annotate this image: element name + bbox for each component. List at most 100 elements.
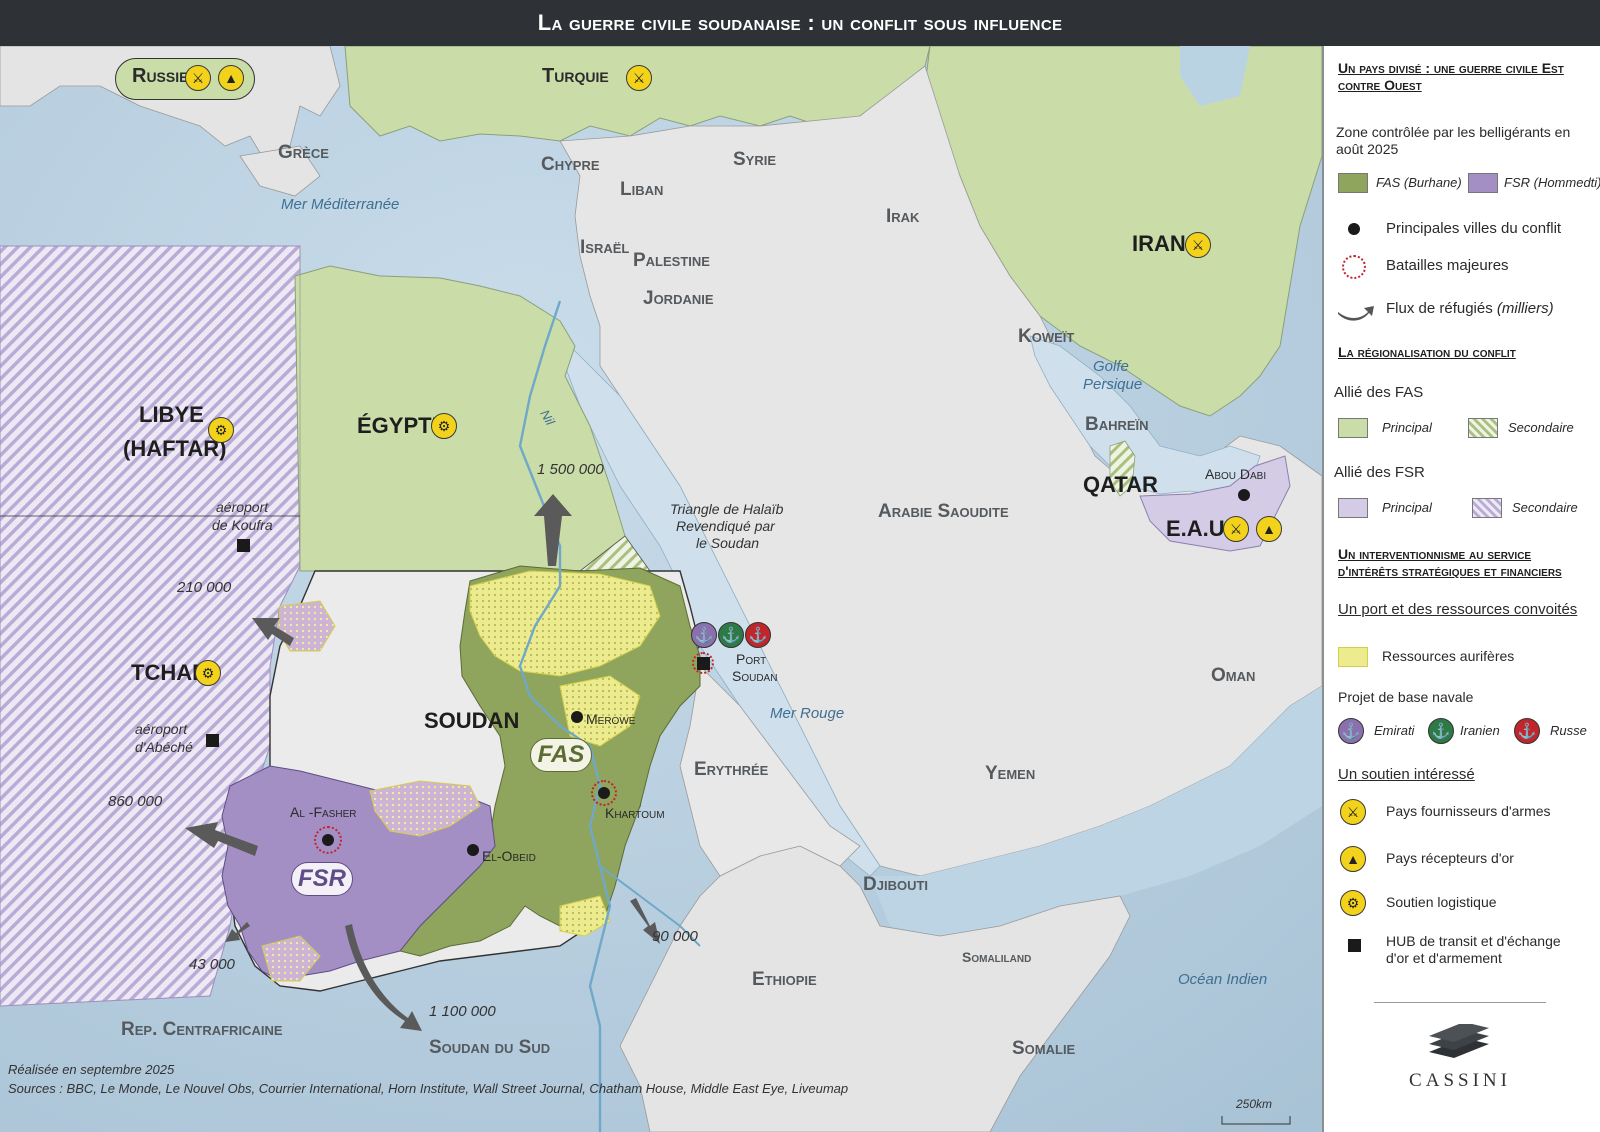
cassini-logo-icon bbox=[1429, 1024, 1489, 1058]
refugees-ethiopie: 90 000 bbox=[652, 928, 698, 945]
label-russie: Russie bbox=[132, 65, 189, 87]
legend-anchor-iranien-icon: ⚓ bbox=[1428, 718, 1454, 744]
legend-weapons-icon: ⚔ bbox=[1340, 799, 1366, 825]
legend-base-navale: Projet de base navale bbox=[1338, 689, 1474, 705]
legend-iranien: Iranien bbox=[1460, 723, 1500, 738]
label-arabie: Arabie Saoudite bbox=[878, 501, 1009, 522]
footer-sources: Sources : BBC, Le Monde, Le Nouvel Obs, … bbox=[8, 1081, 849, 1096]
legend-panel: Un pays divisé : une guerre civile Est c… bbox=[1322, 46, 1600, 1132]
legend-section-2-title: La régionalisation du conflit bbox=[1338, 344, 1516, 360]
map-canvas[interactable]: Russie ⚔ ▲ Turquie ⚔ Grèce Chypre Syrie … bbox=[0, 46, 1322, 1132]
map-title: La guerre civile soudanaise : un conflit… bbox=[537, 10, 1063, 35]
label-liban: Liban bbox=[620, 179, 664, 200]
hub-square-icon bbox=[206, 734, 219, 747]
label-palestine: Palestine bbox=[633, 250, 710, 271]
label-halaib-2: Revendiqué par bbox=[676, 518, 775, 534]
label-erythree: Erythrée bbox=[694, 759, 769, 780]
label-el-fasher: Al -Fasher bbox=[290, 804, 357, 820]
swatch-fas bbox=[1338, 173, 1368, 193]
refugees-soudan-sud: 1 100 000 bbox=[429, 1003, 496, 1020]
city-dot bbox=[467, 844, 479, 856]
legend-hub-square-icon bbox=[1348, 939, 1361, 952]
swatch-gold bbox=[1338, 647, 1368, 667]
label-ethiopie: Ethiopie bbox=[752, 969, 817, 990]
label-libye-1: LIBYE bbox=[139, 402, 204, 427]
hub-square-icon bbox=[697, 657, 710, 670]
legend-batailles: Batailles majeures bbox=[1386, 257, 1509, 274]
label-port-soudan-2: Soudan bbox=[732, 668, 778, 684]
label-grece: Grèce bbox=[278, 142, 329, 163]
label-port-soudan-1: Port bbox=[736, 651, 767, 667]
label-turquie: Turquie bbox=[542, 65, 609, 87]
label-chypre: Chypre bbox=[541, 154, 600, 175]
swatch-fsr bbox=[1468, 173, 1498, 193]
label-abou-dabi: Abou Dabi bbox=[1205, 466, 1267, 482]
anchor-iranien-icon: ⚓ bbox=[718, 622, 744, 648]
legend-logistics-gear-icon: ⚙ bbox=[1340, 890, 1366, 916]
legend-flux-text: Flux de réfugiés bbox=[1386, 300, 1493, 317]
swatch-allie-fas-principal bbox=[1338, 418, 1368, 438]
legend-logistique: Soutien logistique bbox=[1386, 894, 1497, 910]
label-soudan-sud: Soudan du Sud bbox=[429, 1037, 551, 1058]
legend-flux: Flux de réfugiés (milliers) bbox=[1386, 300, 1554, 317]
label-mer-mediterranee: Mer Méditerranée bbox=[281, 196, 400, 213]
label-djibouti: Djibouti bbox=[863, 874, 929, 895]
zone-fas-label: FAS bbox=[530, 738, 592, 772]
legend-anchor-russe-icon: ⚓ bbox=[1514, 718, 1540, 744]
label-yemen: Yemen bbox=[985, 763, 1036, 784]
hub-square-icon bbox=[237, 539, 250, 552]
legend-port-title: Un port et des ressources convoités bbox=[1338, 601, 1578, 618]
label-libye-2: (HAFTAR) bbox=[123, 436, 227, 461]
label-irak: Irak bbox=[886, 206, 920, 227]
label-koufra-1: aéroport bbox=[216, 499, 269, 515]
scale-label: 250km bbox=[1236, 1097, 1273, 1111]
legend-fas-secondaire: Secondaire bbox=[1508, 420, 1574, 435]
label-halaib-1: Triangle de Halaïb bbox=[670, 501, 784, 517]
legend-fsr: FSR (Hommedti) bbox=[1504, 175, 1600, 190]
legend-flux-arrow-icon bbox=[1338, 306, 1374, 321]
map-title-bar: La guerre civile soudanaise : un conflit… bbox=[0, 0, 1600, 46]
refugees-tchad: 860 000 bbox=[108, 793, 163, 810]
label-golfe-1: Golfe bbox=[1093, 358, 1129, 375]
label-mer-rouge: Mer Rouge bbox=[770, 705, 845, 722]
city-dot bbox=[571, 711, 583, 723]
label-eau: E.A.U bbox=[1166, 516, 1225, 541]
refugees-libye: 210 000 bbox=[177, 579, 232, 596]
anchor-russe-icon: ⚓ bbox=[745, 622, 771, 648]
legend-armes: Pays fournisseurs d'armes bbox=[1386, 803, 1551, 819]
legend-fas: FAS (Burhane) bbox=[1376, 175, 1462, 190]
legend-section-3-title: Un interventionnisme au service d'intérê… bbox=[1338, 546, 1562, 579]
label-israel: Israël bbox=[580, 237, 630, 258]
weapons-icon: ⚔ bbox=[185, 65, 211, 91]
anchor-emirati-icon: ⚓ bbox=[691, 622, 717, 648]
label-syrie: Syrie bbox=[733, 149, 777, 170]
legend-allie-fsr: Allié des FSR bbox=[1334, 464, 1425, 481]
label-somalie: Somalie bbox=[1012, 1038, 1076, 1059]
legend-emirati: Emirati bbox=[1374, 723, 1415, 738]
label-iran: IRAN bbox=[1132, 231, 1186, 256]
legend-city-dot bbox=[1348, 223, 1360, 235]
label-abeche-1: aéroport bbox=[135, 721, 188, 737]
label-soudan: SOUDAN bbox=[424, 708, 520, 733]
legend-russe: Russe bbox=[1550, 723, 1587, 738]
logistics-gear-icon: ⚙ bbox=[195, 660, 221, 686]
swatch-allie-fsr-principal bbox=[1338, 498, 1368, 518]
label-halaib-3: le Soudan bbox=[696, 535, 760, 551]
legend-flux-unit: (milliers) bbox=[1496, 300, 1554, 317]
zone-fsr-label: FSR bbox=[291, 862, 353, 896]
city-dot bbox=[1238, 489, 1250, 501]
label-jordanie: Jordanie bbox=[643, 288, 714, 309]
label-koufra-2: de Koufra bbox=[212, 517, 273, 533]
label-bahrein: Bahreïn bbox=[1085, 414, 1149, 435]
logistics-gear-icon: ⚙ bbox=[431, 413, 457, 439]
gold-bars-icon: ▲ bbox=[1256, 516, 1282, 542]
legend-fsr-principal: Principal bbox=[1382, 500, 1432, 515]
legend-fsr-secondaire: Secondaire bbox=[1512, 500, 1578, 515]
legend-section-1-title: Un pays divisé : une guerre civile Est c… bbox=[1338, 60, 1564, 93]
label-golfe-2: Persique bbox=[1083, 376, 1143, 393]
legend-or: Pays récepteurs d'or bbox=[1386, 850, 1514, 866]
city-dot bbox=[598, 787, 610, 799]
swatch-allie-fsr-secondaire bbox=[1472, 498, 1502, 518]
label-rca: Rep. Centrafricaine bbox=[121, 1019, 283, 1040]
legend-fas-principal: Principal bbox=[1382, 420, 1432, 435]
